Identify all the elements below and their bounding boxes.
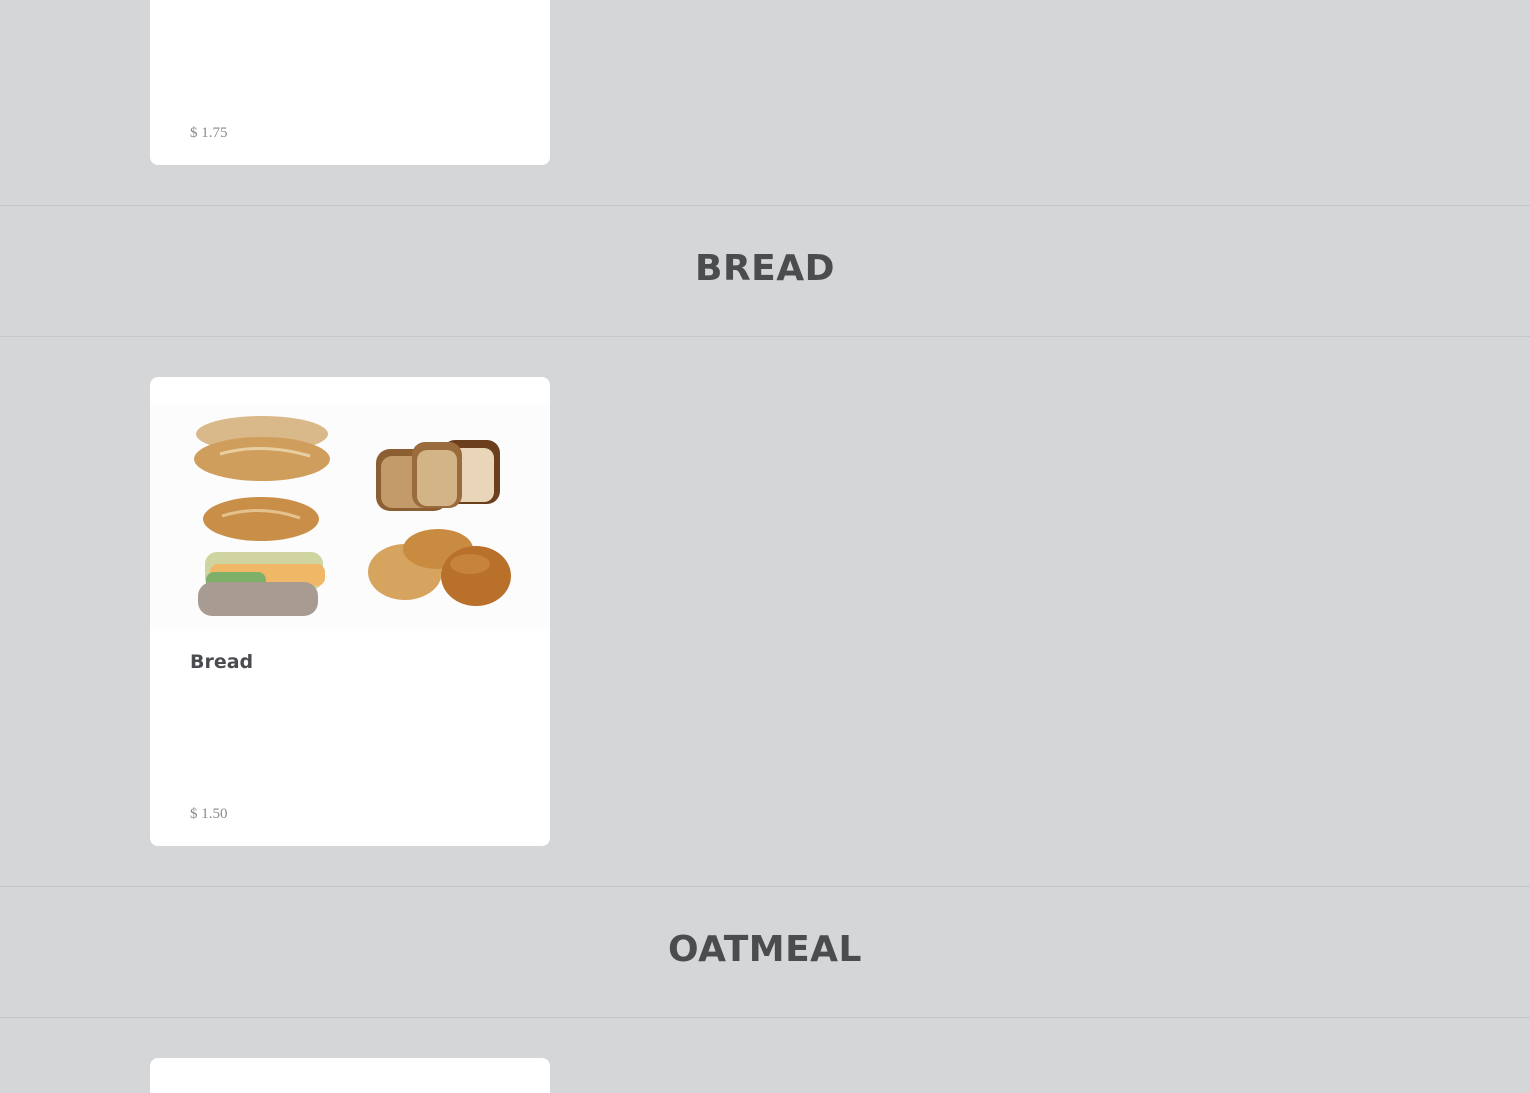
menu-item-card[interactable]	[150, 1058, 550, 1093]
section-heading-bread: BREAD	[695, 248, 835, 289]
menu-item-card[interactable]: $ 1.75	[150, 0, 550, 165]
item-price: $ 1.75	[190, 125, 228, 141]
item-name: Bread	[190, 651, 254, 673]
menu-item-card-bread[interactable]: Bread $ 1.50	[150, 377, 550, 846]
section-divider	[0, 205, 1530, 206]
bread-assortment-image	[150, 404, 550, 629]
section-divider	[0, 336, 1530, 337]
menu-page: $ 1.75 BREAD Bread $ 1.50 OATMEAL	[0, 0, 1530, 1093]
section-heading-oatmeal: OATMEAL	[668, 929, 862, 970]
section-divider	[0, 886, 1530, 887]
section-divider	[0, 1017, 1530, 1018]
item-price: $ 1.50	[190, 806, 228, 822]
